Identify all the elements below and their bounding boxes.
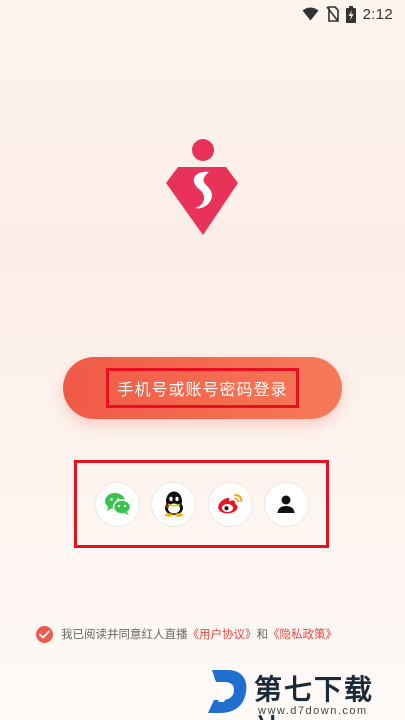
battery-charging-icon [345, 5, 356, 23]
qq-login-button[interactable] [151, 481, 197, 527]
password-login-button[interactable]: 手机号或账号密码登录 [63, 357, 342, 419]
diamond-logo [166, 139, 238, 235]
watermark: 第七下载站 www.d7down.com [206, 664, 402, 720]
qq-icon [164, 491, 183, 517]
agreement-text: 我已阅读并同意红人直播 [61, 627, 188, 641]
wechat-icon [104, 493, 131, 515]
agreement-and: 和 [256, 627, 269, 641]
account-icon [277, 495, 295, 513]
social-login-options [74, 460, 329, 548]
password-login-label: 手机号或账号密码登录 [106, 368, 299, 408]
no-sim-icon [325, 6, 339, 22]
d7-logo-icon [208, 670, 247, 713]
status-icons: 2:12 [302, 5, 393, 23]
status-bar: 2:12 [0, 0, 405, 28]
weibo-icon [218, 494, 243, 514]
weibo-login-button[interactable] [207, 481, 253, 527]
wechat-login-button[interactable] [95, 481, 140, 527]
status-time: 2:12 [362, 5, 393, 23]
privacy-policy-link[interactable]: 《隐私政策》 [268, 626, 337, 642]
agreement-row: 我已阅读并同意红人直播 《用户协议》 和 《隐私政策》 [36, 624, 376, 644]
wifi-icon [302, 7, 319, 21]
agreement-checkbox[interactable] [36, 625, 53, 643]
account-login-button[interactable] [263, 481, 309, 527]
user-agreement-link[interactable]: 《用户协议》 [188, 626, 257, 642]
check-icon [39, 630, 50, 638]
watermark-url: www.d7down.com [258, 705, 368, 717]
